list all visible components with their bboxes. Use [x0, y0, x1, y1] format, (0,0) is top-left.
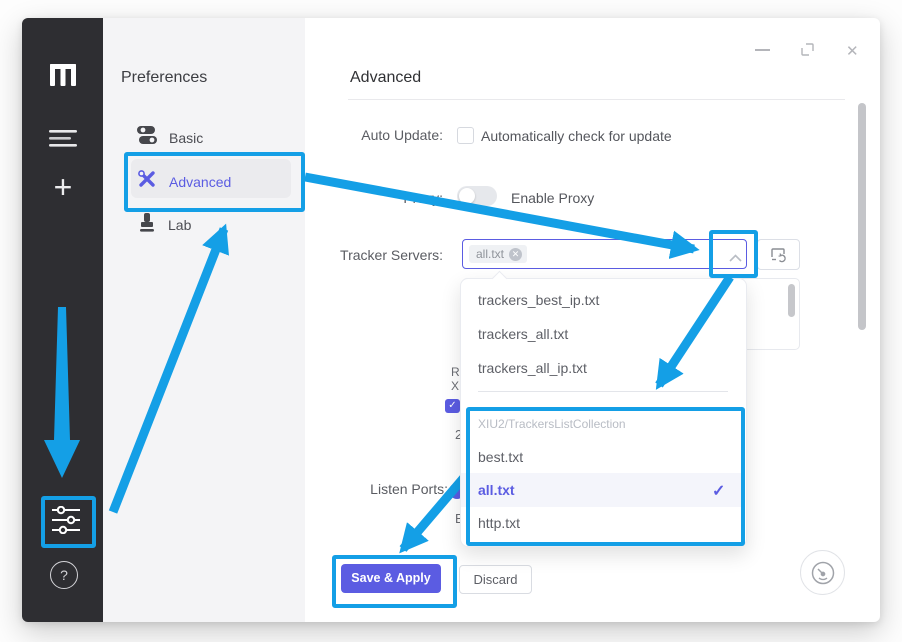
advanced-highlight-box	[124, 152, 305, 212]
auto-update-label: Auto Update:	[280, 127, 443, 143]
speed-limit-button[interactable]	[800, 550, 845, 595]
hidden-checkbox-fragment: ✓	[445, 399, 460, 413]
textarea-scrollbar[interactable]	[788, 284, 795, 317]
tracker-servers-label: Tracker Servers:	[280, 247, 443, 263]
minimize-button[interactable]	[755, 49, 770, 51]
lab-stamp-icon	[138, 213, 156, 237]
dropdown-item[interactable]: trackers_all_ip.txt	[460, 351, 745, 385]
tag-close-icon[interactable]: ✕	[509, 248, 522, 261]
basic-toggles-icon	[137, 126, 157, 150]
chevron-highlight-box	[709, 230, 758, 278]
dropdown-divider	[478, 391, 728, 392]
tag-label: all.txt	[476, 247, 504, 261]
toggle-knob	[459, 188, 475, 204]
main-scrollbar[interactable]	[858, 103, 866, 330]
hidden-text-fragment: X	[451, 379, 459, 393]
page: { "colors": { "annotation_blue": "#149fe…	[0, 0, 902, 642]
sidebar-item-basic[interactable]: Basic	[137, 126, 203, 150]
task-list-icon[interactable]	[49, 130, 77, 152]
page-title: Advanced	[350, 69, 421, 87]
add-task-button[interactable]: +	[48, 172, 78, 206]
auto-update-checkbox[interactable]	[457, 127, 474, 144]
sidebar-item-lab[interactable]: Lab	[138, 213, 191, 237]
group-highlight-box	[466, 407, 745, 546]
motrix-logo-icon	[50, 64, 76, 91]
proxy-text: Enable Proxy	[511, 190, 594, 206]
close-button[interactable]: ✕	[846, 42, 859, 60]
maximize-button[interactable]	[801, 43, 814, 61]
sync-trackers-button[interactable]	[757, 239, 800, 270]
title-divider	[348, 99, 845, 100]
sidebar-item-label: Basic	[169, 130, 203, 146]
hidden-text-fragment: R	[451, 365, 460, 379]
dropdown-item[interactable]: trackers_best_ip.txt	[460, 283, 745, 317]
proxy-toggle[interactable]	[457, 186, 497, 206]
tracker-tag: all.txt ✕	[469, 245, 527, 263]
sidebar-item-label: Lab	[168, 217, 191, 233]
settings-highlight-box	[41, 496, 96, 548]
save-highlight-box	[332, 555, 457, 608]
auto-update-text[interactable]: Automatically check for update	[481, 128, 672, 144]
help-icon[interactable]: ?	[50, 561, 78, 589]
dropdown-item[interactable]: trackers_all.txt	[460, 317, 745, 351]
discard-button[interactable]: Discard	[459, 565, 532, 594]
preferences-panel	[103, 18, 305, 622]
preferences-title: Preferences	[121, 69, 207, 87]
listen-ports-label: Listen Ports:	[280, 481, 448, 497]
